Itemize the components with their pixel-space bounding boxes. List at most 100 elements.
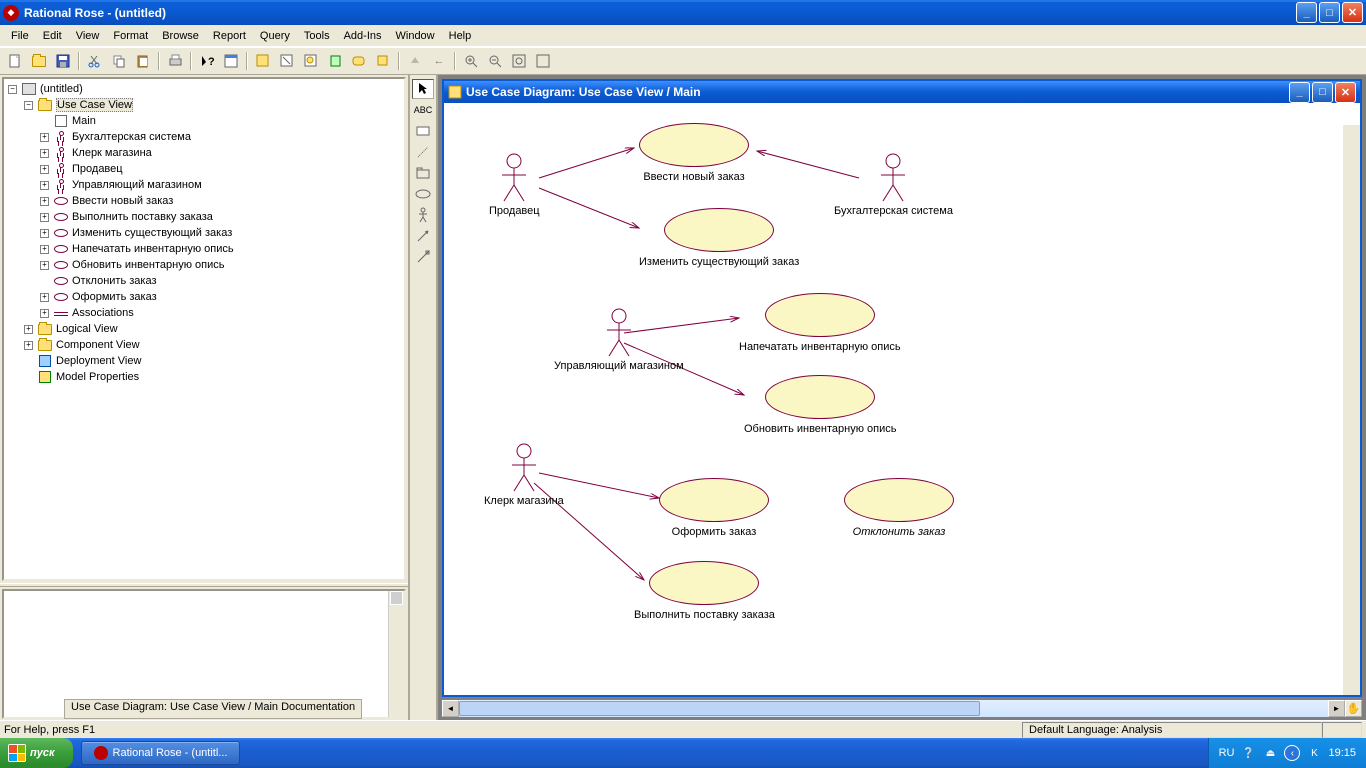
tree-use-case-view[interactable]: −Use Case View bbox=[4, 97, 404, 113]
diagram-close-button[interactable]: ✕ bbox=[1335, 82, 1356, 103]
tree-associations[interactable]: +Associations bbox=[4, 305, 404, 321]
text-tool[interactable]: ABC bbox=[412, 100, 434, 120]
browse-deployment-button[interactable] bbox=[372, 50, 394, 72]
pan-hand-button[interactable]: ✋ bbox=[1345, 700, 1362, 717]
anchor-tool[interactable] bbox=[412, 142, 434, 162]
pane-splitter[interactable] bbox=[0, 583, 408, 587]
tree-component-view[interactable]: +Component View bbox=[4, 337, 404, 353]
tree-actor[interactable]: +Бухгалтерская система bbox=[4, 129, 404, 145]
tree-root[interactable]: −(untitled) bbox=[4, 81, 404, 97]
doc-scrollbar[interactable] bbox=[388, 591, 404, 717]
language-indicator[interactable]: RU bbox=[1219, 747, 1235, 759]
scroll-left-button[interactable]: ◄ bbox=[442, 700, 459, 717]
tree-actor[interactable]: +Клерк магазина bbox=[4, 145, 404, 161]
cut-button[interactable] bbox=[84, 50, 106, 72]
tree-main-diagram[interactable]: Main bbox=[4, 113, 404, 129]
paste-button[interactable] bbox=[132, 50, 154, 72]
context-help-button[interactable]: ? bbox=[196, 50, 218, 72]
documentation-tab[interactable]: Use Case Diagram: Use Case View / Main D… bbox=[64, 699, 362, 719]
undo-fit-button[interactable] bbox=[532, 50, 554, 72]
tray-safely-remove-icon[interactable]: ⏏ bbox=[1262, 745, 1278, 761]
browse-back-button[interactable]: ← bbox=[428, 50, 450, 72]
tree-usecase[interactable]: +Напечатать инвентарную опись bbox=[4, 241, 404, 257]
diagram-canvas[interactable]: Продавец Бухгалтерская система Управляющ… bbox=[444, 103, 1360, 695]
package-tool[interactable] bbox=[412, 163, 434, 183]
browse-class-button[interactable] bbox=[252, 50, 274, 72]
scroll-right-button[interactable]: ► bbox=[1328, 700, 1345, 717]
diagram-horizontal-scrollbar[interactable]: ◄ ► ✋ bbox=[442, 700, 1362, 717]
print-button[interactable] bbox=[164, 50, 186, 72]
new-button[interactable] bbox=[4, 50, 26, 72]
usecase-change-order[interactable]: Изменить существующий заказ bbox=[639, 208, 799, 268]
browse-interaction-button[interactable] bbox=[300, 50, 322, 72]
usecase-deliver-order[interactable]: Выполнить поставку заказа bbox=[634, 561, 775, 621]
tree-actor[interactable]: +Управляющий магазином bbox=[4, 177, 404, 193]
tree-usecase[interactable]: +Обновить инвентарную опись bbox=[4, 257, 404, 273]
browse-parent-button[interactable] bbox=[404, 50, 426, 72]
zoom-out-button[interactable] bbox=[484, 50, 506, 72]
usecase-print-inventory[interactable]: Напечатать инвентарную опись bbox=[739, 293, 901, 353]
clock[interactable]: 19:15 bbox=[1328, 747, 1356, 759]
select-tool[interactable] bbox=[412, 79, 434, 99]
usecase-update-inventory[interactable]: Обновить инвентарную опись bbox=[744, 375, 896, 435]
actor-clerk[interactable]: Клерк магазина bbox=[484, 443, 564, 507]
menu-format[interactable]: Format bbox=[106, 28, 155, 44]
menu-view[interactable]: View bbox=[69, 28, 107, 44]
note-tool[interactable] bbox=[412, 121, 434, 141]
association-line[interactable] bbox=[539, 148, 634, 178]
actor-seller[interactable]: Продавец bbox=[489, 153, 540, 217]
save-button[interactable] bbox=[52, 50, 74, 72]
tree-deployment-view[interactable]: Deployment View bbox=[4, 353, 404, 369]
menu-edit[interactable]: Edit bbox=[36, 28, 69, 44]
diagram-minimize-button[interactable]: _ bbox=[1289, 82, 1310, 103]
close-button[interactable]: ✕ bbox=[1342, 2, 1363, 23]
diagram-titlebar[interactable]: Use Case Diagram: Use Case View / Main _… bbox=[444, 81, 1360, 103]
actor-label: Продавец bbox=[489, 205, 540, 217]
dependency-tool[interactable] bbox=[412, 247, 434, 267]
menu-browse[interactable]: Browse bbox=[155, 28, 206, 44]
usecase-process-order[interactable]: Оформить заказ bbox=[659, 478, 769, 538]
browse-state-button[interactable] bbox=[348, 50, 370, 72]
actor-manager[interactable]: Управляющий магазином bbox=[554, 308, 684, 372]
usecase-new-order[interactable]: Ввести новый заказ bbox=[639, 123, 749, 183]
usecase-tool[interactable] bbox=[412, 184, 434, 204]
association-line[interactable] bbox=[539, 188, 639, 228]
menu-help[interactable]: Help bbox=[442, 28, 479, 44]
maximize-button[interactable]: □ bbox=[1319, 2, 1340, 23]
menu-report[interactable]: Report bbox=[206, 28, 253, 44]
tree-usecase[interactable]: +Ввести новый заказ bbox=[4, 193, 404, 209]
tray-show-hidden-icon[interactable]: ‹ bbox=[1284, 745, 1300, 761]
minimize-button[interactable]: _ bbox=[1296, 2, 1317, 23]
association-tool[interactable] bbox=[412, 226, 434, 246]
tree-logical-view[interactable]: +Logical View bbox=[4, 321, 404, 337]
menu-window[interactable]: Window bbox=[389, 28, 442, 44]
open-button[interactable] bbox=[28, 50, 50, 72]
diagram-vertical-scrollbar[interactable] bbox=[1343, 125, 1360, 695]
taskbar-app-button[interactable]: Rational Rose - (untitl... bbox=[81, 741, 241, 765]
actor-accounting[interactable]: Бухгалтерская система bbox=[834, 153, 953, 217]
start-button[interactable]: пуск bbox=[0, 738, 73, 768]
brow metric-unit-button[interactable] bbox=[276, 50, 298, 72]
diagram-maximize-button[interactable]: □ bbox=[1312, 82, 1333, 103]
tree-model-properties[interactable]: Model Properties bbox=[4, 369, 404, 385]
tree-usecase[interactable]: +Выполнить поставку заказа bbox=[4, 209, 404, 225]
model-tree[interactable]: −(untitled) −Use Case View Main +Бухгалт… bbox=[2, 77, 406, 581]
actor-tool[interactable] bbox=[412, 205, 434, 225]
tree-actor[interactable]: +Продавец bbox=[4, 161, 404, 177]
view-docs-button[interactable] bbox=[220, 50, 242, 72]
tree-usecase[interactable]: Отклонить заказ bbox=[4, 273, 404, 289]
copy-button[interactable] bbox=[108, 50, 130, 72]
zoom-fit-button[interactable] bbox=[508, 50, 530, 72]
tree-usecase[interactable]: +Изменить существующий заказ bbox=[4, 225, 404, 241]
tree-usecase[interactable]: +Оформить заказ bbox=[4, 289, 404, 305]
scroll-thumb[interactable] bbox=[459, 701, 980, 716]
tray-info-icon[interactable]: ❔ bbox=[1240, 745, 1256, 761]
menu-tools[interactable]: Tools bbox=[297, 28, 337, 44]
menu-addins[interactable]: Add-Ins bbox=[337, 28, 389, 44]
zoom-in-button[interactable] bbox=[460, 50, 482, 72]
tray-app-icon[interactable]: K bbox=[1306, 745, 1322, 761]
menu-query[interactable]: Query bbox=[253, 28, 297, 44]
menu-file[interactable]: File bbox=[4, 28, 36, 44]
usecase-reject-order[interactable]: Отклонить заказ bbox=[844, 478, 954, 538]
browse-component-button[interactable] bbox=[324, 50, 346, 72]
